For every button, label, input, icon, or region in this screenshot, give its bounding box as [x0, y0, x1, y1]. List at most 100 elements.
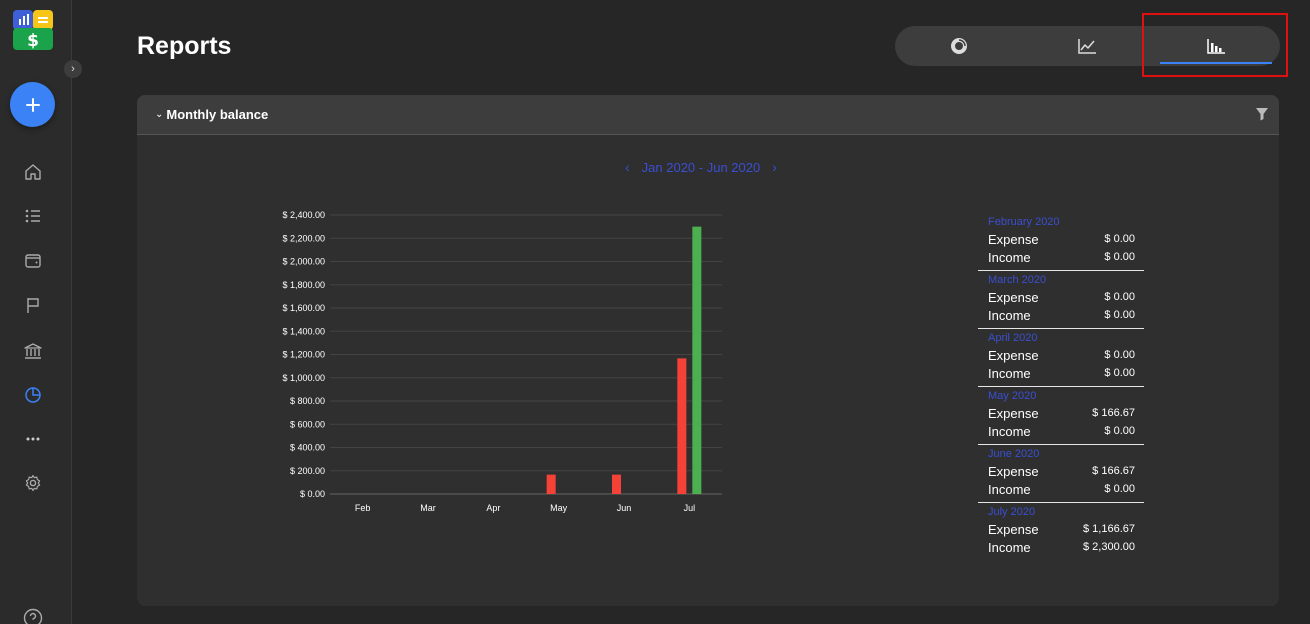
- sidebar-item-settings[interactable]: [22, 472, 44, 494]
- x-tick-label: Apr: [486, 503, 500, 513]
- help-icon: [23, 608, 43, 624]
- income-label: Income: [988, 539, 1031, 555]
- income-value: $ 2,300.00: [1083, 541, 1135, 553]
- summary-month-block: February 2020 Expense $ 0.00 Income $ 0.00: [978, 213, 1144, 271]
- plus-icon: [25, 97, 40, 112]
- sidebar-item-accounts[interactable]: [22, 250, 44, 272]
- summary-month-name: March 2020: [988, 274, 1047, 286]
- expense-label: Expense: [988, 231, 1039, 247]
- summary-month-block: March 2020 Expense $ 0.00 Income $ 0.00: [978, 271, 1144, 329]
- add-button[interactable]: [10, 82, 55, 127]
- sidebar-item-reports[interactable]: [22, 384, 44, 406]
- summary-month-name: July 2020: [988, 506, 1036, 518]
- y-tick-label: $ 1,000.00: [282, 373, 325, 383]
- settings-icon: [25, 474, 41, 492]
- summary-month-name: February 2020: [988, 216, 1060, 228]
- donut-chart-icon: [951, 38, 968, 54]
- income-label: Income: [988, 481, 1031, 497]
- tab-line-chart[interactable]: [1023, 26, 1151, 66]
- monthly-summary-list: February 2020 Expense $ 0.00 Income $ 0.00 Ma…: [978, 213, 1144, 560]
- expense-value: $ 1,166.67: [1083, 523, 1135, 535]
- highlight-annotation: [1142, 13, 1288, 77]
- income-value: $ 0.00: [1104, 425, 1135, 437]
- y-tick-label: $ 200.00: [290, 466, 325, 476]
- income-value: $ 0.00: [1104, 251, 1135, 263]
- summary-income-row: Income $ 0.00: [978, 364, 1144, 382]
- expense-label: Expense: [988, 463, 1039, 479]
- flag-icon: [27, 298, 39, 313]
- expense-value: $ 0.00: [1104, 349, 1135, 361]
- y-tick-label: $ 1,800.00: [282, 280, 325, 290]
- summary-month-name: May 2020: [988, 390, 1037, 402]
- sidebar-item-help[interactable]: [22, 607, 44, 624]
- expense-label: Expense: [988, 521, 1039, 537]
- summary-income-row: Income $ 0.00: [978, 422, 1144, 440]
- income-label: Income: [988, 307, 1031, 323]
- expense-label: Expense: [988, 405, 1039, 421]
- sidebar-item-goals[interactable]: [22, 294, 44, 316]
- more-icon: [26, 437, 40, 441]
- summary-expense-row: Expense $ 0.00: [978, 230, 1144, 248]
- svg-text:$: $: [27, 31, 39, 50]
- summary-month-block: April 2020 Expense $ 0.00 Income $ 0.00: [978, 329, 1144, 387]
- y-tick-label: $ 1,600.00: [282, 303, 325, 313]
- summary-month-name: April 2020: [988, 332, 1038, 344]
- income-label: Income: [988, 423, 1031, 439]
- tab-donut-chart[interactable]: [895, 26, 1023, 66]
- expense-value: $ 166.67: [1092, 407, 1135, 419]
- expense-label: Expense: [988, 289, 1039, 305]
- y-tick-label: $ 600.00: [290, 419, 325, 429]
- filter-icon[interactable]: [1255, 107, 1269, 121]
- summary-expense-row: Expense $ 166.67: [978, 462, 1144, 480]
- summary-income-row: Income $ 0.00: [978, 248, 1144, 266]
- y-tick-label: $ 400.00: [290, 443, 325, 453]
- summary-expense-row: Expense $ 0.00: [978, 288, 1144, 306]
- summary-month-name: June 2020: [988, 448, 1040, 460]
- y-tick-label: $ 2,000.00: [282, 257, 325, 267]
- pie-chart-icon: [25, 387, 41, 403]
- sidebar-item-home[interactable]: [22, 161, 44, 183]
- expense-bar: [546, 474, 556, 494]
- summary-expense-row: Expense $ 1,166.67: [978, 520, 1144, 538]
- expense-bar: [612, 474, 621, 494]
- expense-bar: [677, 358, 687, 494]
- x-tick-label: Mar: [420, 503, 436, 513]
- expense-label: Expense: [988, 347, 1039, 363]
- bank-icon: [24, 343, 42, 359]
- summary-income-row: Income $ 0.00: [978, 306, 1144, 324]
- y-tick-label: $ 2,200.00: [282, 233, 325, 243]
- income-value: $ 0.00: [1104, 367, 1135, 379]
- x-tick-label: Jul: [684, 503, 696, 513]
- income-label: Income: [988, 249, 1031, 265]
- app-root: $ › Reports ⌄ Monthly balance ‹ Jan 2020…: [0, 0, 1310, 624]
- y-tick-label: $ 0.00: [300, 489, 325, 499]
- summary-income-row: Income $ 0.00: [978, 480, 1144, 498]
- summary-month-block: June 2020 Expense $ 166.67 Income $ 0.00: [978, 445, 1144, 503]
- app-logo: $: [13, 10, 53, 51]
- y-tick-label: $ 2,400.00: [282, 210, 325, 220]
- income-label: Income: [988, 365, 1031, 381]
- expense-value: $ 166.67: [1092, 465, 1135, 477]
- y-tick-label: $ 1,200.00: [282, 350, 325, 360]
- monthly-balance-chart: $ 0.00 $ 200.00 $ 400.00 $ 600.00 $ 800.00 $ …: [282, 210, 722, 513]
- line-chart-icon: [1078, 39, 1097, 54]
- monthly-balance-card: ⌄ Monthly balance ‹ Jan 2020 - Jun 2020 …: [137, 95, 1279, 606]
- list-icon: [25, 209, 40, 223]
- summary-month-block: July 2020 Expense $ 1,166.67 Income $ 2,300.…: [978, 503, 1144, 560]
- x-tick-label: May: [550, 503, 568, 513]
- expense-value: $ 0.00: [1104, 233, 1135, 245]
- x-tick-label: Jun: [617, 503, 632, 513]
- income-bar: [692, 226, 702, 494]
- sidebar: $ ›: [0, 0, 82, 624]
- income-value: $ 0.00: [1104, 309, 1135, 321]
- sidebar-item-banks[interactable]: [22, 340, 44, 362]
- sidebar-expand-button[interactable]: ›: [64, 60, 82, 78]
- sidebar-item-transactions[interactable]: [22, 205, 44, 227]
- income-value: $ 0.00: [1104, 483, 1135, 495]
- y-tick-label: $ 800.00: [290, 396, 325, 406]
- summary-month-block: May 2020 Expense $ 166.67 Income $ 0.00: [978, 387, 1144, 445]
- summary-expense-row: Expense $ 166.67: [978, 404, 1144, 422]
- sidebar-item-more[interactable]: [22, 428, 44, 450]
- expense-value: $ 0.00: [1104, 291, 1135, 303]
- y-tick-label: $ 1,400.00: [282, 326, 325, 336]
